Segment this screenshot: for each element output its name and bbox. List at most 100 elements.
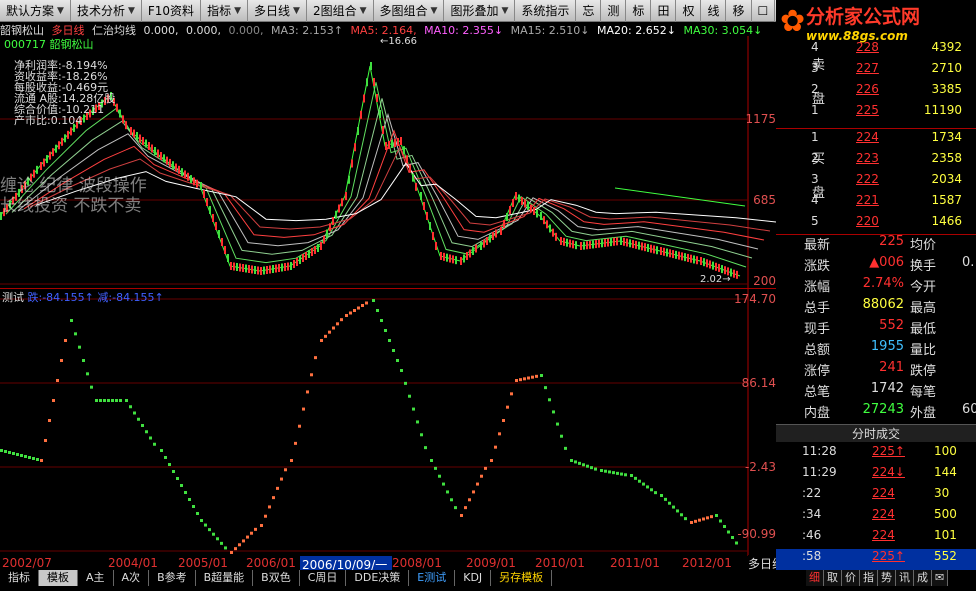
indicator-step (420, 433, 423, 437)
panel-tab[interactable]: 指 (860, 570, 878, 586)
stat-key-2: 跌停 (910, 364, 937, 379)
candle (678, 251, 680, 260)
indicator-step (40, 459, 43, 462)
candle (272, 265, 274, 273)
toolbar-button-0[interactable]: 默认方案 ▼ (0, 0, 71, 22)
toolbar-button-14[interactable]: 线 (701, 0, 727, 22)
toolbar-button-16[interactable]: ☐ (752, 0, 776, 22)
candle (148, 142, 150, 150)
toolbar-button-10[interactable]: 测 (601, 0, 627, 22)
buy-row[interactable]: 3 222 2034 (806, 172, 976, 193)
candle (190, 175, 192, 184)
tick-time: :46 (802, 528, 822, 542)
toolbar-button-13[interactable]: 权 (676, 0, 702, 22)
volume: 2710 (931, 61, 962, 75)
template-tab[interactable]: 指标 (0, 570, 39, 586)
candle (145, 139, 147, 148)
axis-685: 685 (753, 193, 776, 207)
candle (569, 239, 571, 248)
candle (403, 146, 405, 155)
panel-tab[interactable]: 讯 (896, 570, 914, 586)
panel-tab[interactable]: 价 (842, 570, 860, 586)
level: 2 (811, 82, 819, 96)
indicator-label: 测试 (2, 291, 24, 304)
toolbar-button-2[interactable]: F10资料 (142, 0, 202, 22)
indicator-step (434, 466, 437, 470)
watermark-line-1: 缠论 纪律 波段操作 (0, 176, 147, 196)
ind-axis-2: 86.14 (741, 376, 776, 390)
ticks-header[interactable]: 分时成交 (776, 424, 976, 442)
candle (311, 248, 313, 256)
panel-tab[interactable]: 成 (914, 570, 932, 586)
candle (486, 237, 488, 245)
panel-tab[interactable]: 势 (878, 570, 896, 586)
candle (373, 78, 375, 86)
toolbar-label: 线 (707, 4, 720, 18)
toolbar-button-4[interactable]: 多日线 ▼ (248, 0, 307, 22)
panel-tab[interactable]: 细 (806, 570, 824, 586)
toolbar-label: 图形叠加 (450, 4, 499, 18)
candle (61, 137, 63, 146)
tick-time: :34 (802, 507, 822, 521)
panel-tabs: 细取价指势讯成 ✉ (806, 570, 976, 586)
tick-qty: 100 (934, 444, 957, 458)
toolbar-label: 指标 (207, 4, 232, 18)
toolbar-label: 测 (607, 4, 620, 18)
ma-line (614, 187, 746, 207)
candle (338, 204, 340, 213)
template-tab[interactable]: A次 (114, 570, 150, 586)
price-chart[interactable]: 000717 韶钢松山 净利润率:-8.194% 资收益率:-18.26% 每股收益… (0, 36, 777, 288)
template-tab[interactable]: 模板 (39, 570, 78, 586)
panel-tab[interactable]: 取 (824, 570, 842, 586)
template-tab[interactable]: B双色 (253, 570, 300, 586)
toolbar-button-15[interactable]: 移 (726, 0, 752, 22)
indicator-step (380, 319, 383, 322)
indicator-step (464, 506, 467, 510)
toolbar-label: 多日线 (254, 4, 291, 18)
template-tab[interactable]: 另存模板 (491, 570, 553, 586)
candle (533, 207, 535, 215)
toolbar-button-1[interactable]: 技术分析 ▼ (71, 0, 142, 22)
indicator-step (353, 309, 356, 312)
indicator-chart[interactable]: 测试 跌:-84.155↑ 减:-84.155↑ 174.70 86.14 -2… (0, 288, 806, 557)
buy-row[interactable]: 1 224 1734 (806, 130, 976, 151)
indicator-step (184, 491, 187, 494)
toolbar-button-8[interactable]: 系统指示 (515, 0, 577, 22)
template-tab[interactable]: A主 (78, 570, 114, 586)
candle (463, 254, 465, 263)
template-tab[interactable]: E测试 (409, 570, 456, 586)
buy-row[interactable]: 5 220 1466 (806, 214, 976, 235)
template-tab[interactable]: DDE决策 (346, 570, 410, 586)
template-tab[interactable]: B超量能 (196, 570, 254, 586)
template-tab[interactable]: B参考 (149, 570, 196, 586)
panel-tab[interactable]: ✉ (932, 570, 949, 586)
toolbar-button-12[interactable]: 田 (651, 0, 677, 22)
sell-row[interactable]: 1 225 11190 (806, 103, 976, 124)
toolbar-label: 2图组合 (312, 4, 357, 18)
toolbar-button-11[interactable]: 标 (626, 0, 652, 22)
candle (536, 209, 538, 218)
template-tab[interactable]: C周日 (300, 570, 347, 586)
toolbar-button-6[interactable]: 多图组合 ▼ (374, 0, 445, 22)
indicator-step (574, 460, 577, 464)
toolbar-button-7[interactable]: 图形叠加 ▼ (444, 0, 516, 22)
indicator-step (160, 449, 163, 452)
sell-row[interactable]: 2 226 3385 (806, 82, 976, 103)
candle (406, 155, 408, 164)
sell-row[interactable]: 3 227 2710 (806, 61, 976, 82)
candle (429, 222, 431, 230)
buy-row[interactable]: 4 221 1587 (806, 193, 976, 214)
toolbar-button-5[interactable]: 2图组合 ▼ (307, 0, 374, 22)
candle (616, 237, 618, 246)
indicator-step (8, 451, 11, 454)
toolbar-button-9[interactable]: 忘 (576, 0, 602, 22)
chevron-down-icon: ▼ (501, 6, 509, 16)
candle (583, 241, 585, 250)
template-tab[interactable]: KDJ (455, 570, 492, 586)
level: 1 (811, 130, 819, 144)
candle (67, 130, 69, 139)
sell-row[interactable]: 4 228 4392 (806, 40, 976, 61)
buy-row[interactable]: 2 223 2358 (806, 151, 976, 172)
indicator-step (706, 516, 709, 520)
toolbar-button-3[interactable]: 指标 ▼ (201, 0, 248, 22)
